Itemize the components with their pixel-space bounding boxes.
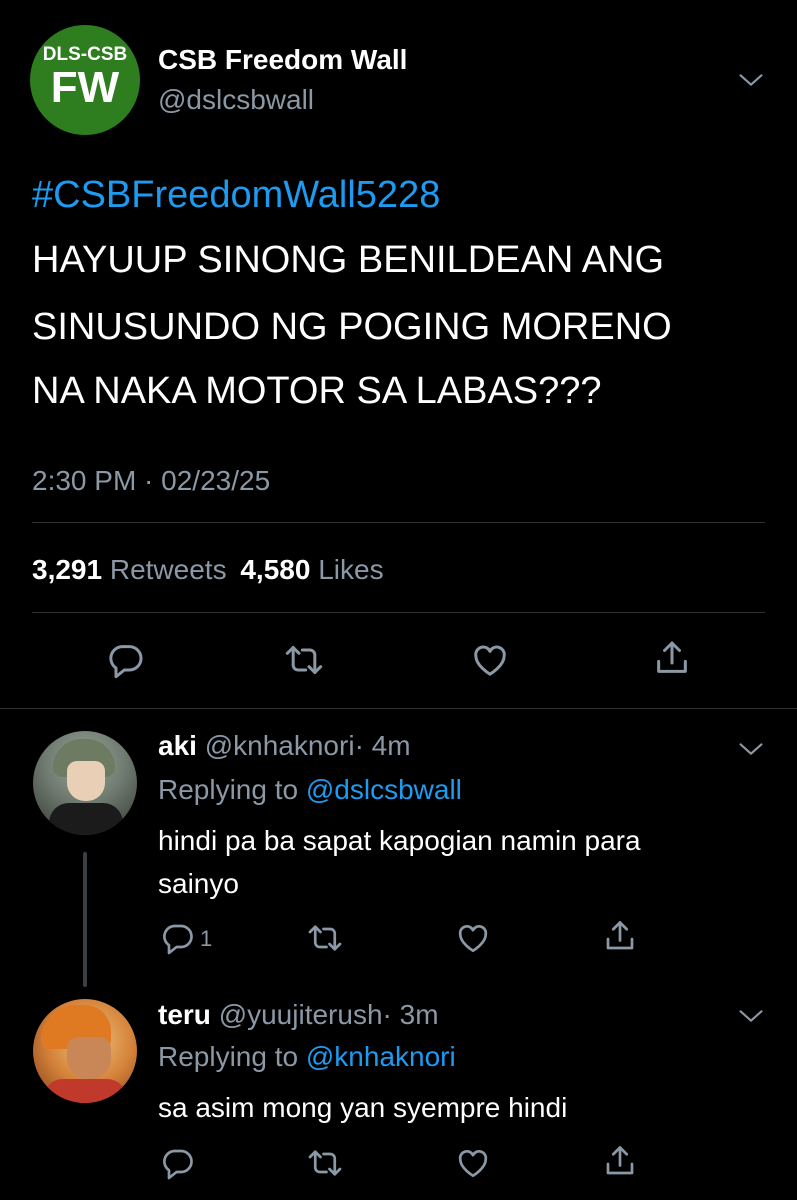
reply-handle[interactable]: @yuujiterush [219, 999, 383, 1030]
share-icon[interactable] [602, 918, 638, 954]
reply-display-name[interactable]: aki [158, 730, 197, 761]
engagement-stats: 3,291 Retweets 4,580 Likes [32, 554, 384, 586]
user-handle[interactable]: @dslcsbwall [158, 84, 314, 116]
share-icon[interactable] [652, 638, 692, 678]
replying-to-handle[interactable]: @knhaknori [306, 1041, 456, 1072]
replying-to-line: Replying to @dslcsbwall [158, 774, 462, 806]
tweet-timestamp[interactable]: 2:30 PM · 02/23/25 [32, 465, 270, 497]
avatar-face [67, 1037, 111, 1079]
display-name[interactable]: CSB Freedom Wall [158, 44, 407, 76]
avatar-shirt [49, 803, 123, 835]
divider [0, 708, 797, 709]
reply-icon[interactable] [160, 920, 196, 956]
reply-count: 1 [200, 926, 213, 951]
retweets-stat[interactable]: 3,291 Retweets [32, 554, 234, 585]
avatar-text-main: FW [50, 63, 120, 112]
reply-handle[interactable]: @knhaknori [205, 730, 355, 761]
reply-text-line: hindi pa ba sapat kapogian namin para [158, 825, 641, 856]
retweets-count: 3,291 [32, 554, 103, 585]
reply-icon[interactable] [160, 1145, 196, 1181]
account-avatar[interactable]: DLS-CSB FW [30, 25, 140, 135]
replying-to-label: Replying to [158, 1041, 299, 1072]
retweet-icon[interactable] [306, 920, 344, 956]
tweet-text-line: NA NAKA MOTOR SA LABAS??? [32, 370, 602, 412]
retweet-icon[interactable] [283, 640, 325, 680]
reply-display-name[interactable]: teru [158, 999, 211, 1030]
avatar-face [67, 761, 105, 801]
likes-label: Likes [318, 554, 384, 585]
reply-header: teru @yuujiterush· 3m [158, 999, 439, 1031]
reply-time: · 3m [382, 999, 439, 1030]
like-icon[interactable] [455, 920, 491, 956]
tweet-text-line: SINUSUNDO NG POGING MORENO [32, 306, 672, 348]
thread-line [83, 852, 87, 987]
retweets-label: Retweets [109, 554, 227, 585]
divider [32, 522, 765, 523]
chevron-down-icon[interactable] [735, 1002, 767, 1030]
divider [32, 612, 765, 613]
replying-to-line: Replying to @knhaknori [158, 1041, 456, 1073]
likes-stat[interactable]: 4,580 Likes [240, 554, 383, 585]
avatar[interactable] [33, 731, 137, 835]
avatar-shirt [43, 1079, 127, 1103]
chevron-down-icon[interactable] [735, 735, 767, 763]
reply-icon[interactable] [106, 640, 146, 680]
replying-to-label: Replying to [158, 774, 299, 805]
reply-text-line: sainyo [158, 868, 239, 899]
avatar[interactable] [33, 999, 137, 1103]
like-icon[interactable] [470, 640, 510, 680]
tweet-text-line: HAYUUP SINONG BENILDEAN ANG [32, 239, 665, 281]
like-icon[interactable] [455, 1145, 491, 1181]
share-icon[interactable] [602, 1143, 638, 1179]
reply-time: · 4m [354, 730, 411, 761]
hashtag-link[interactable]: #CSBFreedomWall5228 [32, 174, 440, 217]
chevron-down-icon[interactable] [735, 66, 767, 94]
replying-to-handle[interactable]: @dslcsbwall [306, 774, 462, 805]
reply-text-line: sa asim mong yan syempre hindi [158, 1092, 568, 1123]
reply-header: aki @knhaknori· 4m [158, 730, 411, 762]
retweet-icon[interactable] [306, 1145, 344, 1181]
likes-count: 4,580 [240, 554, 311, 585]
